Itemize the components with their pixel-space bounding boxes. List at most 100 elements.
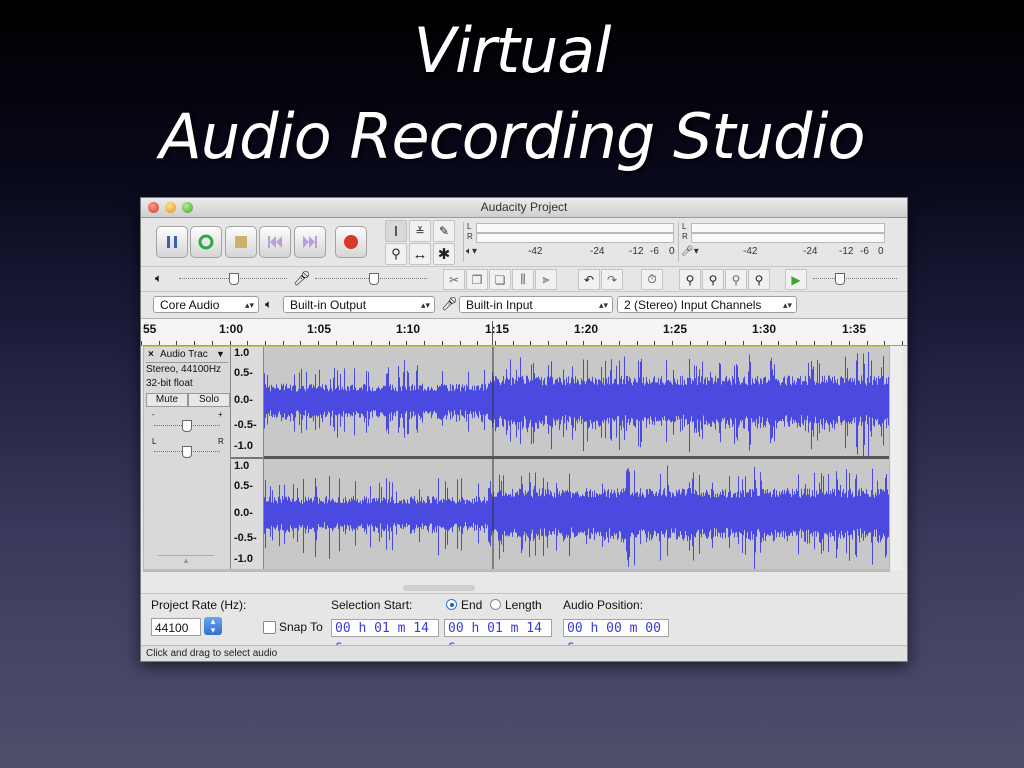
play-position-marker[interactable] (492, 321, 493, 345)
ruler-tick (477, 341, 478, 345)
project-rate-input[interactable]: 44100 (151, 618, 201, 636)
ruler-label: 1:30 (752, 322, 777, 336)
slider-knob[interactable] (229, 273, 239, 285)
output-volume-slider[interactable] (179, 273, 287, 285)
slider-knob[interactable] (182, 446, 192, 458)
silence-button[interactable]: ⫸ (535, 269, 557, 290)
ruler-tick (495, 341, 496, 345)
multi-tool[interactable]: ✱ (433, 243, 455, 265)
end-radio[interactable] (446, 599, 457, 610)
scale-label: 1.0 (234, 460, 250, 472)
scale-label: -0.5- (234, 532, 257, 544)
updown-icon: ▴▾ (782, 300, 792, 310)
draw-tool[interactable]: ✎ (433, 220, 455, 242)
meter-left-label: L (467, 222, 472, 231)
window-title: Audacity Project (480, 200, 568, 214)
playback-meter[interactable]: L R 🔈︎▾ -42 -24 -12 -6 0 (463, 222, 678, 262)
pan-slider[interactable] (154, 446, 220, 458)
envelope-tool[interactable]: ≚ (409, 220, 431, 242)
mute-button[interactable]: Mute (146, 393, 188, 407)
recording-meter[interactable]: L R 🎤︎▾ -42 -24 -12 -6 0 (678, 222, 889, 262)
selection-tool[interactable]: I (385, 220, 407, 242)
ruler-tick (831, 341, 832, 345)
audio-host-select[interactable]: Core Audio ▴▾ (153, 296, 259, 313)
ruler-label: 1:20 (574, 322, 599, 336)
collapse-track-icon[interactable]: ▲ (158, 555, 214, 566)
ruler-tick (566, 341, 567, 345)
ruler-tick (707, 341, 708, 345)
stop-button[interactable] (225, 226, 257, 258)
slider-knob[interactable] (369, 273, 379, 285)
close-window-button[interactable] (148, 202, 159, 213)
ruler-tick (230, 341, 231, 345)
skip-to-end-button[interactable] (294, 226, 326, 258)
paste-button[interactable]: ❏ (489, 269, 511, 290)
skip-to-start-button[interactable] (259, 226, 291, 258)
pencil-icon: ✎ (438, 224, 450, 238)
asterisk-icon: ✱ (437, 246, 451, 263)
minimize-window-button[interactable] (165, 202, 176, 213)
cut-button[interactable]: ✂ (443, 269, 465, 290)
selection-start-time[interactable]: 00 h 01 m 14 s (331, 619, 439, 654)
play-button[interactable] (190, 226, 222, 258)
audio-position-time[interactable]: 00 h 00 m 00 s (563, 619, 669, 654)
sync-lock-button[interactable]: ⏱ (641, 269, 663, 290)
input-channels-select[interactable]: 2 (Stereo) Input Channels ▴▾ (617, 296, 797, 313)
trim-button[interactable]: ⫼ (512, 269, 534, 290)
time-shift-tool[interactable]: ↔ (409, 243, 431, 265)
zoom-in-button[interactable]: ⚲ (679, 269, 701, 290)
main-toolbar: I ≚ ✎ ⚲ ↔ ✱ L R 🔈︎▾ -42 -24 -12 -6 0 L R (141, 218, 907, 267)
snap-to-checkbox[interactable] (263, 621, 276, 634)
meter-tick: 0 (669, 246, 675, 257)
vertical-scrollbar[interactable] (891, 346, 903, 570)
paste-icon: ❏ (494, 272, 506, 287)
meter-tick: -12 (839, 246, 854, 257)
ruler-label: 1:05 (307, 322, 332, 336)
ruler-tick (353, 341, 354, 345)
play-speed-slider[interactable] (813, 273, 897, 285)
ruler-tick (743, 341, 744, 345)
window-titlebar: Audacity Project (141, 198, 907, 218)
output-device-select[interactable]: Built-in Output ▴▾ (283, 296, 435, 313)
meter-right-label: R (467, 232, 473, 241)
ruler-tick (583, 341, 584, 345)
length-radio[interactable] (490, 599, 501, 610)
right-channel-waveform[interactable] (264, 459, 889, 569)
record-button[interactable] (335, 226, 367, 258)
track-name[interactable]: Audio Trac (160, 349, 208, 360)
zoom-tool[interactable]: ⚲ (385, 243, 407, 265)
ruler-label: 1:35 (842, 322, 867, 336)
gain-slider[interactable] (154, 420, 220, 432)
project-rate-stepper[interactable]: ▴ ▾ (204, 617, 222, 635)
selection-end-time[interactable]: 00 h 01 m 14 s (444, 619, 552, 654)
track-close-button[interactable]: × (148, 349, 154, 360)
solo-button[interactable]: Solo (188, 393, 230, 407)
ruler-label: 1:25 (663, 322, 688, 336)
pause-button[interactable] (156, 226, 188, 258)
slider-knob[interactable] (835, 273, 845, 285)
ruler-tick (194, 341, 195, 345)
zoom-window-button[interactable] (182, 202, 193, 213)
undo-button[interactable]: ↶ (578, 269, 600, 290)
play-at-speed-button[interactable]: ▶ (785, 269, 807, 290)
fit-project-button[interactable]: ⚲ (748, 269, 770, 290)
copy-button[interactable]: ❐ (466, 269, 488, 290)
track-area: × Audio Trac ▼ Stereo, 44100Hz 32-bit fl… (143, 346, 890, 572)
ibeam-icon: I (393, 222, 399, 240)
input-device-select[interactable]: Built-in Input ▴▾ (459, 296, 613, 313)
track-menu-icon[interactable]: ▼ (216, 349, 225, 359)
slider-knob[interactable] (182, 420, 192, 432)
audacity-window: Audacity Project I ≚ ✎ ⚲ ↔ ✱ L R 🔈︎▾ -42… (140, 197, 908, 662)
fit-selection-button[interactable]: ⚲ (725, 269, 747, 290)
meter-tick: -6 (650, 246, 659, 257)
left-channel-waveform[interactable] (264, 347, 889, 456)
envelope-icon: ≚ (415, 225, 425, 238)
timeline-ruler[interactable]: 55 1:00 1:05 1:10 1:15 1:20 1:25 1:30 1:35 (141, 319, 907, 346)
ruler-tick (725, 341, 726, 345)
playback-meter-scale: 🔈︎▾ -42 -24 -12 -6 0 (464, 246, 678, 260)
horizontal-scrollbar-thumb[interactable] (403, 585, 475, 591)
redo-button[interactable]: ↷ (601, 269, 623, 290)
device-toolbar: Core Audio ▴▾ 🔈︎ Built-in Output ▴▾ 🎤︎ Bui… (141, 292, 907, 319)
input-volume-slider[interactable] (315, 273, 427, 285)
zoom-out-button[interactable]: ⚲ (702, 269, 724, 290)
